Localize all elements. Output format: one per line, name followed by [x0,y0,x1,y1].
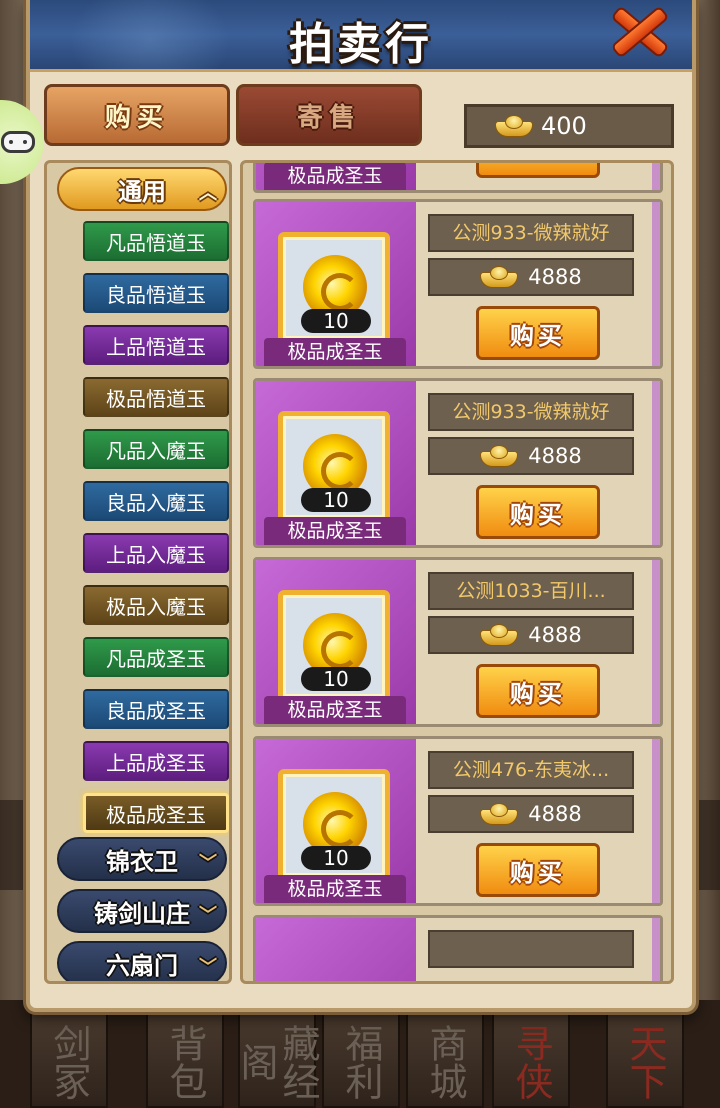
item-quantity: 10 [301,488,371,512]
category-group-label: 通用 [118,177,166,206]
close-button[interactable] [604,0,674,66]
gold-ingot-icon [480,803,519,825]
price-value: 4888 [528,444,582,468]
bg-menu-item-5: 商城 [406,1010,484,1108]
item-slot[interactable]: 10 [278,590,390,702]
chevron-up-icon: ︿ [199,183,217,204]
card-edge-stripe [652,381,660,545]
item-slot[interactable]: 10 [278,232,390,344]
category-item[interactable]: 上品入魔玉 [83,533,229,573]
card-edge-stripe [652,918,660,981]
card-edge-stripe [652,202,660,366]
category-item[interactable]: 良品悟道玉 [83,273,229,313]
category-item[interactable]: 凡品入魔玉 [83,429,229,469]
gamepad-icon [1,131,35,153]
seller-name-partial [428,930,634,968]
category-item[interactable]: 上品成圣玉 [83,741,229,781]
seller-name: 公测933-微辣就好 [428,393,634,431]
bg-menu-item-6: 寻侠 [492,1010,570,1108]
buy-button[interactable]: 购买 [476,843,600,897]
category-item[interactable]: 极品悟道玉 [83,377,229,417]
title-bar: 拍卖行 [30,0,692,72]
item-quantity: 10 [301,846,371,870]
chevron-down-icon: ﹀ [199,957,217,978]
price-display: 4888 [428,616,634,654]
item-art-background [256,918,416,981]
currency-amount: 400 [541,112,587,140]
listing-card: 10 极品成圣玉 公测476-东夷冰... 4888 购买 [253,736,663,906]
price-value: 4888 [528,623,582,647]
category-group-label: 铸剑山庄 [94,899,190,928]
category-group-liushanmen[interactable]: 六扇门 ﹀ [57,941,227,981]
bg-menu-item-2: 背包 [146,1010,224,1108]
item-slot[interactable]: 10 [278,769,390,881]
bg-menu-item-7: 天下 [606,1010,684,1108]
category-item[interactable]: 良品入魔玉 [83,481,229,521]
gold-ingot-icon [480,624,519,646]
bg-menu-item-3: 藏经阁 [234,1010,320,1108]
item-name: 极品成圣玉 [264,517,406,545]
buy-button-partial[interactable] [476,163,600,178]
category-item[interactable]: 凡品成圣玉 [83,637,229,677]
item-slot[interactable]: 10 [278,411,390,523]
price-display: 4888 [428,795,634,833]
chevron-down-icon: ﹀ [199,905,217,926]
bg-menu-item-1: 剑冢 [30,1010,108,1108]
item-quantity: 10 [301,667,371,691]
category-item[interactable]: 凡品悟道玉 [83,221,229,261]
price-value: 4888 [528,265,582,289]
panel-title: 拍卖行 [289,19,433,70]
category-group-zhujian[interactable]: 铸剑山庄 ﹀ [57,889,227,933]
category-list: 通用 ︿ 凡品悟道玉 良品悟道玉 上品悟道玉 极品悟道玉 凡品入魔玉 良品入魔玉… [44,160,232,984]
card-edge-stripe [652,163,660,190]
category-group-label: 锦衣卫 [106,847,178,876]
listing-card: 10 极品成圣玉 公测933-微辣就好 4888 购买 [253,199,663,369]
gold-ingot-icon [480,266,519,288]
item-quantity: 10 [301,309,371,333]
item-name: 极品成圣玉 [264,696,406,724]
chevron-down-icon: ﹀ [199,853,217,874]
item-name: 极品成圣玉 [264,875,406,903]
listing-card-partial: 极品成圣玉 [253,163,663,193]
listing-card: 10 极品成圣玉 公测1033-百川... 4888 购买 [253,557,663,727]
category-group-general[interactable]: 通用 ︿ [57,167,227,211]
gold-ingot-icon [495,115,533,137]
category-item[interactable]: 极品入魔玉 [83,585,229,625]
gold-ingot-icon [480,445,519,467]
card-edge-stripe [652,739,660,903]
card-edge-stripe [652,560,660,724]
seller-name: 公测476-东夷冰... [428,751,634,789]
item-name: 极品成圣玉 [264,163,406,190]
auction-panel: 拍卖行 购买 寄售 400 通用 ︿ 凡品悟道玉 良品悟道玉 上品悟道玉 极品悟… [26,0,696,1012]
listing-card-partial [253,915,663,981]
price-display: 4888 [428,258,634,296]
seller-name: 公测933-微辣就好 [428,214,634,252]
buy-button[interactable]: 购买 [476,485,600,539]
currency-display: 400 [464,104,674,148]
category-group-label: 六扇门 [106,951,178,980]
category-item[interactable]: 良品成圣玉 [83,689,229,729]
buy-button[interactable]: 购买 [476,306,600,360]
seller-name: 公测1033-百川... [428,572,634,610]
buy-button[interactable]: 购买 [476,664,600,718]
item-name: 极品成圣玉 [264,338,406,366]
tab-sell[interactable]: 寄售 [236,84,422,146]
price-value: 4888 [528,802,582,826]
price-display: 4888 [428,437,634,475]
listing-list[interactable]: 极品成圣玉 10 极品成圣玉 公测933-微辣就好 4888 购买 10 极品成… [240,160,674,984]
category-item[interactable]: 上品悟道玉 [83,325,229,365]
listing-card: 10 极品成圣玉 公测933-微辣就好 4888 购买 [253,378,663,548]
tab-buy[interactable]: 购买 [44,84,230,146]
bg-menu-item-4: 福利 [322,1010,400,1108]
category-item-selected[interactable]: 极品成圣玉 [83,793,229,833]
category-group-jinyiwei[interactable]: 锦衣卫 ﹀ [57,837,227,881]
